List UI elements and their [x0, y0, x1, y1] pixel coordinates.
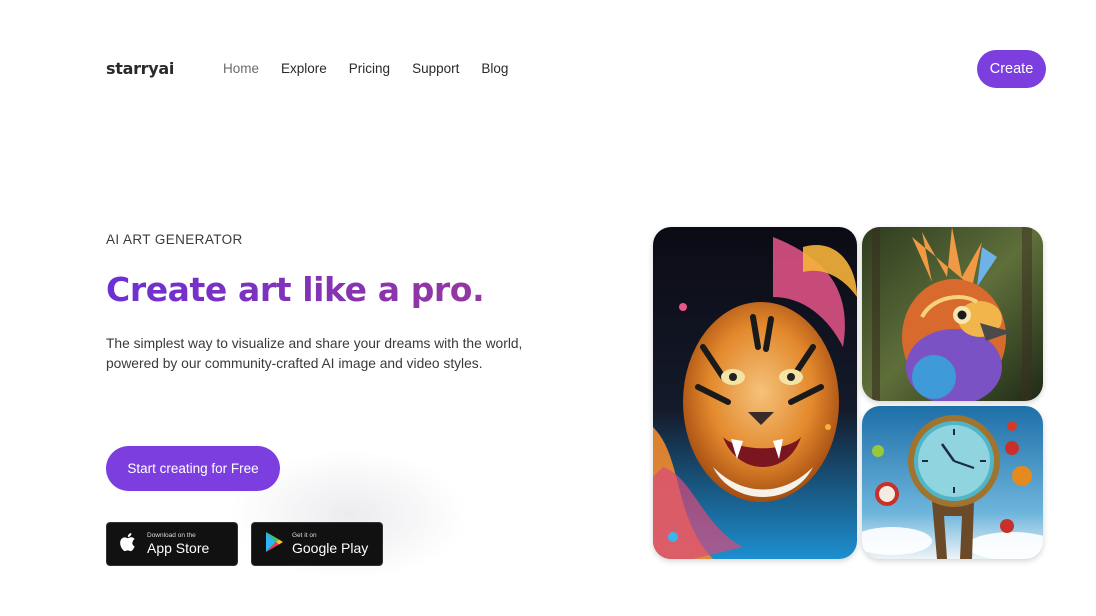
nav-home-link[interactable]: Home — [223, 61, 259, 76]
google-play-label: Google Play — [292, 540, 369, 557]
apple-icon — [119, 531, 139, 558]
nav-pricing-link[interactable]: Pricing — [349, 61, 390, 76]
app-store-label: App Store — [147, 540, 210, 557]
google-play-icon — [264, 531, 284, 558]
clock-artwork-card[interactable] — [862, 406, 1043, 559]
nav-links: Home Explore Pricing Support Blog — [223, 61, 508, 76]
create-button[interactable]: Create — [977, 50, 1046, 88]
hero-subtitle: The simplest way to visualize and share … — [106, 336, 523, 372]
google-play-badge[interactable]: Get it on Google Play — [251, 522, 383, 566]
app-store-small-text: Download on the — [147, 531, 196, 539]
bird-artwork — [862, 227, 1043, 401]
google-play-small-text: Get it on — [292, 531, 317, 539]
nav-explore-link[interactable]: Explore — [281, 61, 327, 76]
hero-headline: Create art like a pro. — [106, 271, 546, 308]
tiger-artwork-card[interactable] — [653, 227, 857, 559]
hero-eyebrow: AI ART GENERATOR — [106, 232, 243, 247]
brand-logo[interactable]: starryai — [106, 59, 174, 78]
hero-section: AI ART GENERATOR Create art like a pro. … — [106, 232, 546, 374]
bird-artwork-card[interactable] — [862, 227, 1043, 401]
nav-blog-link[interactable]: Blog — [481, 61, 508, 76]
clock-artwork — [862, 406, 1043, 559]
tiger-artwork — [653, 227, 857, 559]
start-creating-button[interactable]: Start creating for Free — [106, 446, 280, 491]
nav-support-link[interactable]: Support — [412, 61, 459, 76]
top-navigation: starryai Home Explore Pricing Support Bl… — [0, 0, 1096, 140]
app-store-badge[interactable]: Download on the App Store — [106, 522, 238, 566]
